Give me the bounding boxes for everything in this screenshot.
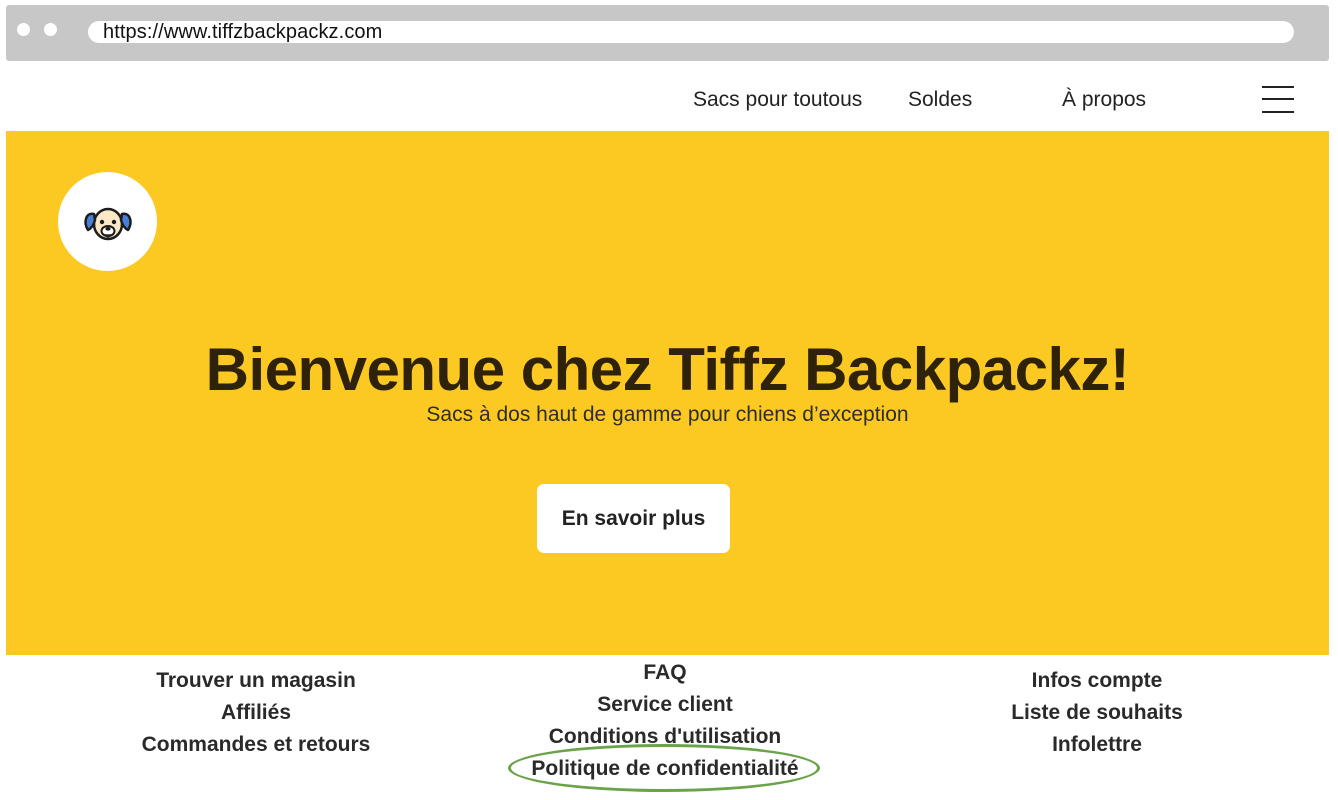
address-bar-url: https://www.tiffzbackpackz.com — [103, 21, 383, 43]
hamburger-menu-icon[interactable] — [1262, 85, 1294, 115]
nav-link-soldes[interactable]: Soldes — [908, 88, 972, 112]
site-logo[interactable] — [58, 172, 157, 271]
dog-face-icon — [84, 207, 132, 241]
window-minimize-dot[interactable] — [44, 23, 57, 36]
footer-link-affilies[interactable]: Affiliés — [106, 697, 406, 729]
footer-link-liste-de-souhaits[interactable]: Liste de souhaits — [947, 697, 1247, 729]
footer-link-trouver-un-magasin[interactable]: Trouver un magasin — [106, 665, 406, 697]
footer-column-3: Infos compte Liste de souhaits Infolettr… — [947, 665, 1247, 761]
browser-chrome: https://www.tiffzbackpackz.com — [6, 5, 1329, 61]
footer-link-service-client[interactable]: Service client — [515, 689, 815, 721]
footer-column-1: Trouver un magasin Affiliés Commandes et… — [106, 665, 406, 761]
footer-link-politique-de-confidentialite[interactable]: Politique de confidentialité — [515, 753, 815, 785]
menu-bar — [1262, 98, 1294, 100]
footer-link-conditions-utilisation[interactable]: Conditions d'utilisation — [515, 721, 815, 753]
menu-bar — [1262, 86, 1294, 88]
top-navigation: Sacs pour toutous Soldes À propos — [6, 61, 1329, 131]
footer-link-infos-compte[interactable]: Infos compte — [947, 665, 1247, 697]
menu-bar — [1262, 111, 1294, 113]
address-bar[interactable]: https://www.tiffzbackpackz.com — [88, 21, 1294, 43]
en-savoir-plus-button[interactable]: En savoir plus — [537, 484, 730, 553]
nav-link-sacs-pour-toutous[interactable]: Sacs pour toutous — [693, 88, 862, 112]
footer-column-2: FAQ Service client Conditions d'utilisat… — [515, 657, 815, 785]
window-close-dot[interactable] — [17, 23, 30, 36]
footer-link-commandes-et-retours[interactable]: Commandes et retours — [106, 729, 406, 761]
nav-link-a-propos[interactable]: À propos — [1062, 88, 1146, 112]
footer-link-faq[interactable]: FAQ — [515, 657, 815, 689]
hero-banner: Bienvenue chez Tiffz Backpackz! Sacs à d… — [6, 131, 1329, 655]
hero-subtitle: Sacs à dos haut de gamme pour chiens d’e… — [426, 403, 909, 426]
footer-link-infolettre[interactable]: Infolettre — [947, 729, 1247, 761]
hero-title: Bienvenue chez Tiffz Backpackz! — [205, 336, 1130, 403]
